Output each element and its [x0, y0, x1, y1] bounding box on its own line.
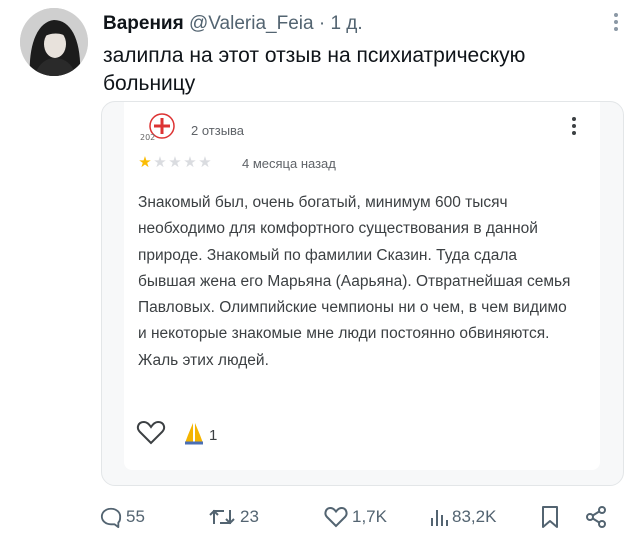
reply-count: 55	[126, 507, 145, 526]
star-empty-icon: ★	[153, 154, 167, 171]
share-icon	[584, 505, 608, 529]
author-handle[interactable]: @Valeria_Feia	[189, 13, 314, 34]
share-button[interactable]	[584, 502, 608, 532]
meta-separator: ·	[318, 13, 326, 34]
star-empty-icon: ★	[198, 154, 212, 171]
rating-stars: ★ ★ ★ ★ ★	[138, 154, 212, 172]
reply-button[interactable]: 55	[100, 502, 145, 532]
retweet-button[interactable]: 23	[208, 502, 259, 532]
svg-text:202: 202	[140, 133, 155, 142]
views-count: 83,2K	[452, 507, 497, 526]
avatar-photo	[20, 8, 88, 76]
tweet-media-image[interactable]: 202 2 отзыва ★ ★ ★ ★ ★ 4 месяца назад Знаком…	[101, 101, 624, 486]
review-more-icon[interactable]	[570, 116, 578, 136]
review-card: 202 2 отзыва ★ ★ ★ ★ ★ 4 месяца назад Знаком…	[124, 102, 600, 470]
pray-icon[interactable]	[182, 421, 206, 450]
tweet-header: Варения @Valeria_Feia · 1 д.	[103, 12, 620, 36]
heart-icon[interactable]	[136, 419, 166, 452]
tweet-actions: 55 23 1,7K 83,2K	[100, 502, 615, 532]
views-icon	[430, 506, 448, 528]
tweet-text: залипла на этот отзыв на психиатрическую…	[103, 44, 526, 95]
star-empty-icon: ★	[183, 154, 197, 171]
bookmark-button[interactable]	[541, 502, 559, 532]
author-name[interactable]: Варения	[103, 13, 184, 34]
star-empty-icon: ★	[168, 154, 182, 171]
retweet-count: 23	[240, 507, 259, 526]
author-avatar[interactable]	[20, 8, 88, 76]
retweet-icon	[208, 506, 236, 528]
like-count: 1,7K	[352, 507, 387, 526]
review-text: Знакомый был, очень богатый, минимум 600…	[138, 194, 571, 369]
reply-icon	[100, 506, 122, 528]
tweet-time[interactable]: 1 д.	[330, 13, 362, 34]
like-button[interactable]: 1,7K	[324, 502, 387, 532]
bookmark-icon	[541, 505, 559, 529]
review-date: 4 месяца назад	[242, 156, 336, 171]
review-count: 2 отзыва	[191, 123, 245, 138]
like-icon	[324, 506, 348, 528]
review-actions: 1	[136, 420, 217, 450]
review-like-count: 1	[209, 426, 218, 444]
reviewer-avatar-icon: 202	[138, 112, 180, 142]
views-button[interactable]: 83,2K	[430, 502, 496, 532]
star-filled-icon: ★	[138, 154, 152, 171]
more-options-icon[interactable]	[606, 10, 626, 34]
